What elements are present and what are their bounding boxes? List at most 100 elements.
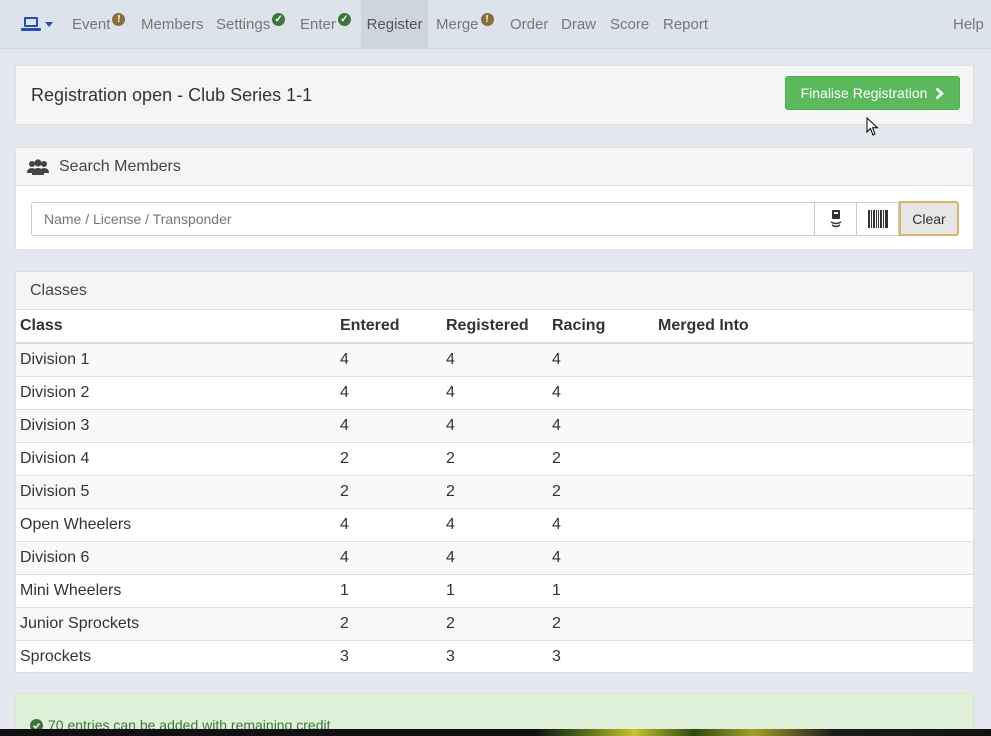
registered-cell: 4 (442, 375, 548, 409)
registered-cell: 2 (442, 606, 548, 640)
finalise-registration-button[interactable]: Finalise Registration (785, 76, 960, 110)
column-header-registered: Registered (442, 310, 548, 344)
entered-cell: 4 (336, 540, 442, 574)
table-row: Open Wheelers 4 4 4 (16, 507, 973, 541)
column-header-entered: Entered (336, 310, 442, 344)
nav-event[interactable]: Event ! (65, 0, 132, 48)
nav-enter[interactable]: Enter ✓ (293, 0, 358, 48)
nav-merge[interactable]: Merge ! (429, 0, 501, 48)
entered-cell: 4 (336, 408, 442, 442)
racing-cell: 4 (548, 342, 654, 376)
registered-cell: 2 (442, 441, 548, 475)
warning-icon: ! (112, 12, 126, 26)
class-name-cell: Division 6 (16, 540, 336, 574)
column-header-class: Class (16, 310, 336, 344)
class-name-cell: Division 5 (16, 474, 336, 508)
racing-cell: 4 (548, 408, 654, 442)
racing-cell: 2 (548, 606, 654, 640)
class-name-cell: Open Wheelers (16, 507, 336, 541)
merged-into-cell (654, 573, 973, 607)
table-header-row: Class Entered Registered Racing Merged I… (16, 310, 973, 344)
entered-cell: 4 (336, 375, 442, 409)
classes-table: Class Entered Registered Racing Merged I… (16, 310, 973, 673)
transponder-button[interactable] (814, 202, 857, 236)
registered-cell: 4 (442, 540, 548, 574)
warning-icon: ! (480, 12, 494, 26)
member-search-input[interactable] (31, 202, 815, 236)
column-header-racing: Racing (548, 310, 654, 344)
classes-header: Classes (16, 272, 973, 310)
registered-cell: 4 (442, 408, 548, 442)
table-row: Division 6 4 4 4 (16, 540, 973, 574)
registered-cell: 1 (442, 573, 548, 607)
nav-help[interactable]: Help (946, 0, 991, 48)
nav-register[interactable]: Register (361, 0, 428, 48)
entered-cell: 1 (336, 573, 442, 607)
merged-into-cell (654, 408, 973, 442)
racing-cell: 1 (548, 573, 654, 607)
search-members-panel: Search Members Clear (15, 147, 974, 250)
check-circle-icon: ✓ (272, 12, 286, 26)
barcode-icon (867, 210, 888, 228)
merged-into-cell (654, 507, 973, 541)
merged-into-cell (654, 540, 973, 574)
registered-cell: 4 (442, 342, 548, 376)
racing-cell: 3 (548, 639, 654, 673)
laptop-icon (21, 17, 41, 31)
class-name-cell: Sprockets (16, 639, 336, 673)
class-name-cell: Division 1 (16, 342, 336, 376)
chevron-right-icon (936, 87, 945, 99)
nav-score[interactable]: Score (603, 0, 656, 48)
table-row: Division 2 4 4 4 (16, 375, 973, 409)
registered-cell: 3 (442, 639, 548, 673)
transponder-icon (830, 210, 841, 228)
merged-into-cell (654, 639, 973, 673)
entered-cell: 4 (336, 342, 442, 376)
registration-panel: Registration open - Club Series 1-1 Fina… (15, 65, 974, 125)
clear-button[interactable]: Clear (899, 201, 959, 236)
racing-cell: 2 (548, 474, 654, 508)
registered-cell: 2 (442, 474, 548, 508)
table-row: Division 1 4 4 4 (16, 342, 973, 376)
merged-into-cell (654, 441, 973, 475)
table-row: Division 5 2 2 2 (16, 474, 973, 508)
entered-cell: 2 (336, 474, 442, 508)
table-row: Mini Wheelers 1 1 1 (16, 573, 973, 607)
class-name-cell: Division 3 (16, 408, 336, 442)
table-row: Sprockets 3 3 3 (16, 639, 973, 673)
app-menu-dropdown[interactable] (14, 0, 60, 48)
column-header-merged-into: Merged Into (654, 310, 973, 344)
top-navbar: Event ! Members Settings ✓ Enter ✓ Regis… (0, 0, 991, 49)
nav-order[interactable]: Order (503, 0, 555, 48)
class-name-cell: Division 4 (16, 441, 336, 475)
table-row: Junior Sprockets 2 2 2 (16, 606, 973, 640)
table-row: Division 4 2 2 2 (16, 441, 973, 475)
table-row: Division 3 4 4 4 (16, 408, 973, 442)
merged-into-cell (654, 342, 973, 376)
entered-cell: 2 (336, 441, 442, 475)
nav-draw[interactable]: Draw (554, 0, 603, 48)
racing-cell: 4 (548, 375, 654, 409)
merged-into-cell (654, 474, 973, 508)
class-name-cell: Mini Wheelers (16, 573, 336, 607)
class-name-cell: Division 2 (16, 375, 336, 409)
racing-cell: 2 (548, 441, 654, 475)
nav-settings[interactable]: Settings ✓ (209, 0, 292, 48)
entered-cell: 4 (336, 507, 442, 541)
search-members-header: Search Members (16, 148, 973, 186)
users-icon (27, 158, 49, 175)
background-strip (0, 729, 991, 736)
merged-into-cell (654, 375, 973, 409)
barcode-button[interactable] (856, 202, 899, 236)
racing-cell: 4 (548, 507, 654, 541)
mouse-pointer-icon (866, 117, 879, 136)
merged-into-cell (654, 606, 973, 640)
registration-title: Registration open - Club Series 1-1 (31, 85, 313, 105)
entered-cell: 3 (336, 639, 442, 673)
class-name-cell: Junior Sprockets (16, 606, 336, 640)
nav-members[interactable]: Members (134, 0, 211, 48)
classes-panel: Classes Class Entered Registered Racing … (15, 271, 974, 673)
nav-report[interactable]: Report (656, 0, 715, 48)
caret-down-icon (45, 21, 53, 27)
racing-cell: 4 (548, 540, 654, 574)
